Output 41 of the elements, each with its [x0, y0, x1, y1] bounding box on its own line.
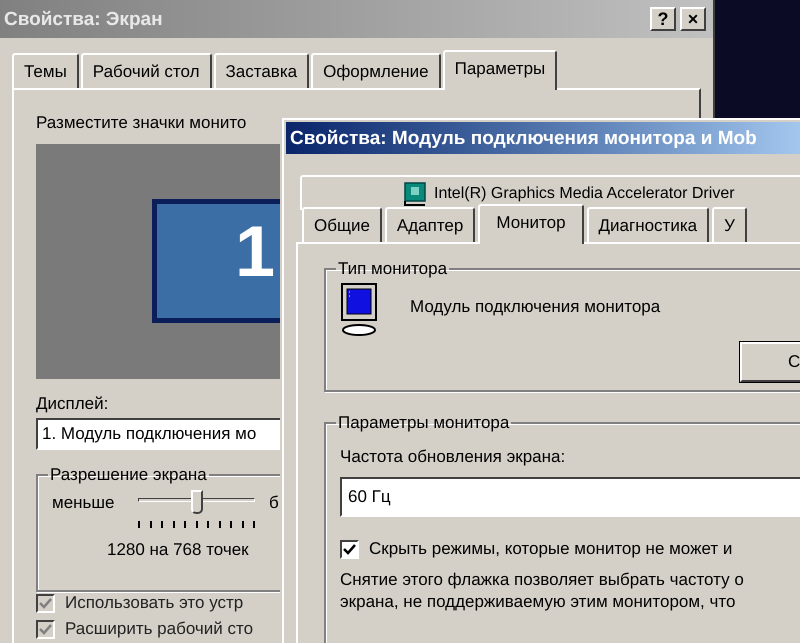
- help-button[interactable]: ?: [650, 7, 676, 31]
- tab[interactable]: Диагностика: [586, 207, 710, 242]
- check-icon: [343, 544, 356, 554]
- window-title: Свойства: Экран: [4, 10, 163, 28]
- group-title: Тип монитора: [337, 258, 448, 280]
- group-title: Разрешение экрана: [49, 464, 208, 486]
- checkbox[interactable]: [340, 540, 359, 558]
- tab[interactable]: Монитор: [478, 204, 584, 244]
- tab[interactable]: Оформление: [311, 53, 441, 88]
- field-label: Дисплей:: [36, 392, 110, 414]
- monitor-icon: [340, 282, 380, 338]
- description-text: Снятие этого флажка позволяет выбрать частоту о экрана, не поддерживаемую этим монитором, что: [340, 569, 745, 613]
- checkbox-label: Расширить рабочий сто: [65, 619, 254, 639]
- check-icon: [39, 598, 52, 608]
- checkbox-label: Использовать это устр: [65, 593, 244, 613]
- resolution-value: 1280 на 768 точек: [107, 539, 250, 561]
- close-button[interactable]: ×: [680, 7, 706, 31]
- field-label: Частота обновления экрана:: [340, 446, 566, 468]
- slider-thumb[interactable]: [190, 490, 202, 514]
- tab[interactable]: У: [712, 207, 747, 242]
- slider-label: меньше: [52, 492, 116, 514]
- tab[interactable]: Intel(R) Graphics Media Accelerator Driver: [300, 175, 800, 210]
- slider[interactable]: [138, 490, 255, 514]
- group-title: Параметры монитора: [337, 412, 510, 434]
- tab[interactable]: Рабочий стол: [80, 53, 212, 88]
- refresh-rate-dropdown[interactable]: 60 Гц: [340, 477, 800, 517]
- checkbox-label: Скрыть режимы, которые монитор не может и: [369, 539, 732, 559]
- window-title: Свойства: Модуль подключения монитора и Mob: [290, 128, 757, 148]
- tab[interactable]: Общие: [302, 207, 382, 242]
- check-icon: [39, 624, 52, 634]
- properties-button[interactable]: С: [740, 342, 800, 382]
- tab[interactable]: Темы: [12, 53, 79, 88]
- tab[interactable]: Заставка: [214, 53, 310, 88]
- tab[interactable]: Параметры: [442, 50, 558, 90]
- monitor-name: Модуль подключения монитора: [410, 296, 660, 318]
- graphics-card-icon: [402, 180, 428, 206]
- instruction-label: Разместите значки монито: [36, 112, 248, 134]
- display-dropdown[interactable]: 1. Модуль подключения мо: [36, 418, 282, 450]
- monitor-tile: 1: [152, 198, 282, 322]
- tab[interactable]: Адаптер: [384, 207, 476, 242]
- slider-label: б: [269, 492, 279, 514]
